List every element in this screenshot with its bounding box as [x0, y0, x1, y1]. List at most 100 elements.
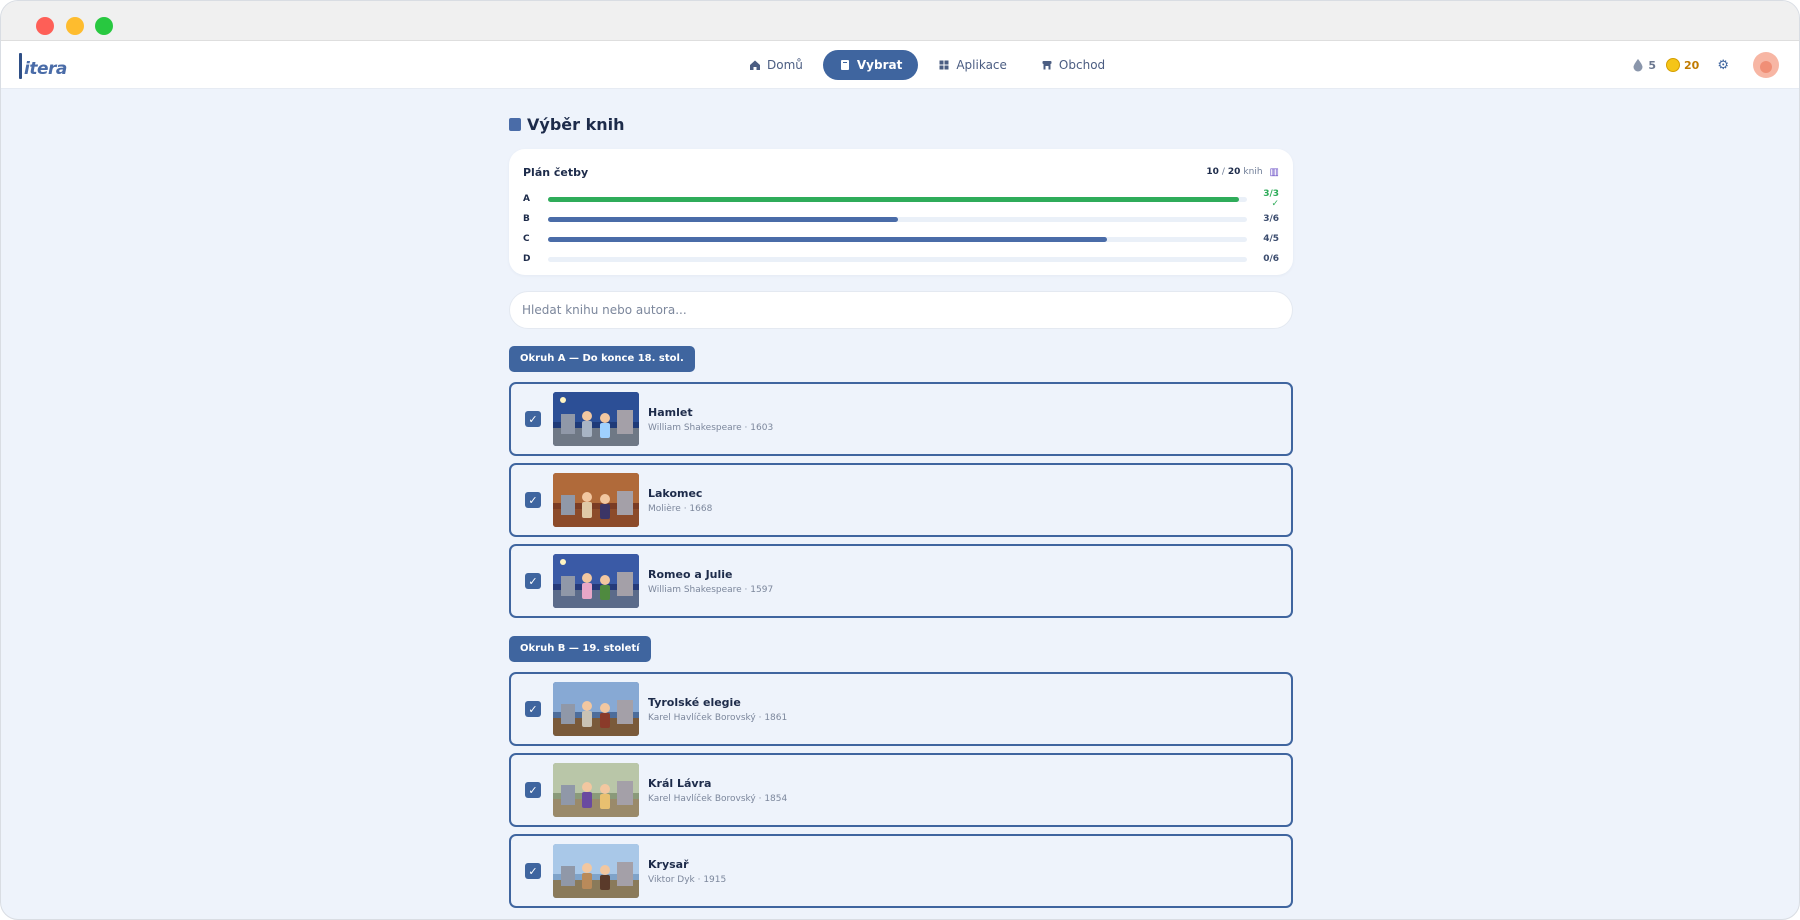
book-checkbox[interactable]: ✓ [525, 782, 541, 798]
plan-count: 10 / 20 knih ▥ [1206, 167, 1279, 178]
search-box [509, 291, 1293, 329]
book-title: Krysař [648, 857, 689, 871]
store-icon [1042, 61, 1052, 70]
progress-track [548, 236, 1247, 242]
progress-track [548, 196, 1247, 202]
user-stats: 5 20 ⚙ [1632, 50, 1779, 80]
search-input[interactable] [522, 303, 1280, 317]
plan-row-value: 4/5 [1263, 234, 1279, 244]
book-info: Král Lávra Karel Havlíček Borovský · 1854 [648, 777, 787, 804]
books-icon [509, 117, 521, 131]
book-card[interactable]: ✓ Tyrolské elegie Karel Havlíček Borovský … [509, 672, 1293, 746]
main-content: Výběr knih Plán četby 10 / 20 knih ▥ A 3/… [509, 113, 1293, 908]
coins-stat[interactable]: 20 [1666, 58, 1699, 72]
book-icon [840, 60, 849, 70]
book-title: Lakomec [648, 486, 703, 500]
progress-fill [548, 236, 1108, 242]
book-checkbox[interactable]: ✓ [525, 701, 541, 717]
book-sections: Okruh A — Do konce 18. stol. ✓ Hamlet Willi… [509, 329, 1293, 908]
plan-row-d: D 0/6 [523, 249, 1279, 269]
top-navbar: itera Domů Vybrat Aplikace Obchod 5 20 ⚙ [1, 41, 1799, 89]
book-title: Hamlet [648, 405, 693, 419]
book-info: Romeo a Julie William Shakespeare · 1597 [648, 568, 773, 595]
nav-apps[interactable]: Aplikace [924, 50, 1021, 80]
progress-track [548, 216, 1247, 222]
book-card[interactable]: ✓ Lakomec Molière · 1668 [509, 463, 1293, 537]
minimize-window-button[interactable] [66, 17, 84, 35]
nav-shop[interactable]: Obchod [1027, 50, 1119, 80]
progress-track [548, 256, 1247, 262]
nav-apps-label: Aplikace [956, 58, 1007, 72]
book-author-year: Viktor Dyk · 1915 [648, 874, 727, 885]
book-cover-image [553, 682, 639, 736]
book-info: Lakomec Molière · 1668 [648, 487, 712, 514]
book-author-year: Karel Havlíček Borovský · 1861 [648, 712, 788, 723]
app-window: itera Domů Vybrat Aplikace Obchod 5 20 ⚙… [0, 0, 1800, 920]
book-author-year: William Shakespeare · 1603 [648, 422, 774, 433]
grid-icon [939, 60, 949, 70]
book-card[interactable]: ✓ Krysař Viktor Dyk · 1915 [509, 834, 1293, 908]
plan-row-label: B [523, 214, 530, 224]
book-cover-image [553, 763, 639, 817]
nav-shop-label: Obchod [1058, 58, 1106, 72]
section-header: Okruh B — 19. století [509, 636, 651, 662]
book-info: Hamlet William Shakespeare · 1603 [648, 406, 773, 433]
section-header: Okruh A — Do konce 18. stol. [509, 346, 695, 372]
logo-text: itera [24, 59, 67, 79]
book-cover-image [553, 392, 639, 446]
reading-plan-card: Plán četby 10 / 20 knih ▥ A 3/3 ✓ B 3/6 C 4/5… [509, 149, 1293, 275]
progress-fill [548, 196, 1240, 202]
book-title: Král Lávra [648, 776, 712, 790]
logo-mark-icon [19, 53, 22, 79]
plan-count-unit: knih [1243, 167, 1263, 177]
plan-row-value: 0/6 [1263, 254, 1279, 264]
nav-home[interactable]: Domů [735, 50, 817, 80]
close-window-button[interactable] [36, 17, 54, 35]
coins-count: 20 [1684, 58, 1700, 72]
book-checkbox[interactable]: ✓ [525, 863, 541, 879]
book-list: ✓ Hamlet William Shakespeare · 1603 ✓ Lakome… [509, 382, 1293, 618]
nav-home-label: Domů [767, 58, 803, 72]
app-logo[interactable]: itera [19, 51, 67, 79]
plan-row-a: A 3/3 ✓ [523, 189, 1279, 209]
title-bar [1, 1, 1799, 41]
progress-fill [548, 216, 898, 222]
book-title: Romeo a Julie [648, 567, 733, 581]
maximize-window-button[interactable] [95, 17, 113, 35]
plan-title: Plán četby [523, 165, 589, 179]
book-checkbox[interactable]: ✓ [525, 573, 541, 589]
page-title: Výběr knih [509, 113, 1293, 135]
book-author-year: William Shakespeare · 1597 [648, 584, 774, 595]
plan-row-label: C [523, 234, 530, 244]
coin-icon [1666, 58, 1681, 72]
book-author-year: Karel Havlíček Borovský · 1854 [648, 793, 788, 804]
plan-count-separator: / [1221, 167, 1225, 177]
book-info: Tyrolské elegie Karel Havlíček Borovský ·… [648, 696, 787, 723]
page-title-text: Výběr knih [527, 114, 625, 134]
drops-count: 5 [1648, 58, 1657, 72]
book-card[interactable]: ✓ Romeo a Julie William Shakespeare · 1597 [509, 544, 1293, 618]
settings-gear-icon[interactable]: ⚙ [1717, 58, 1729, 73]
plan-row-b: B 3/6 [523, 209, 1279, 229]
book-cover-image [553, 844, 639, 898]
plan-row-value: 3/3 ✓ [1263, 189, 1279, 209]
book-card[interactable]: ✓ Hamlet William Shakespeare · 1603 [509, 382, 1293, 456]
nav-select-label: Vybrat [856, 58, 903, 72]
nav-select[interactable]: Vybrat [822, 50, 919, 80]
user-avatar[interactable] [1753, 52, 1779, 78]
book-checkbox[interactable]: ✓ [525, 492, 541, 508]
plan-row-label: D [523, 254, 531, 264]
book-title: Tyrolské elegie [648, 695, 741, 709]
home-icon [750, 60, 760, 70]
drop-icon [1633, 59, 1643, 72]
book-author-year: Molière · 1668 [648, 503, 713, 514]
drops-stat[interactable]: 5 [1632, 58, 1656, 72]
book-checkbox[interactable]: ✓ [525, 411, 541, 427]
plan-count-done: 10 [1206, 167, 1219, 177]
plan-progress-rows: A 3/3 ✓ B 3/6 C 4/5 D 0/6 [523, 189, 1279, 269]
book-cover-image [553, 554, 639, 608]
book-list: ✓ Tyrolské elegie Karel Havlíček Borovský … [509, 672, 1293, 908]
plan-row-c: C 4/5 [523, 229, 1279, 249]
book-card[interactable]: ✓ Král Lávra Karel Havlíček Borovský · 185… [509, 753, 1293, 827]
book-info: Krysař Viktor Dyk · 1915 [648, 858, 726, 885]
